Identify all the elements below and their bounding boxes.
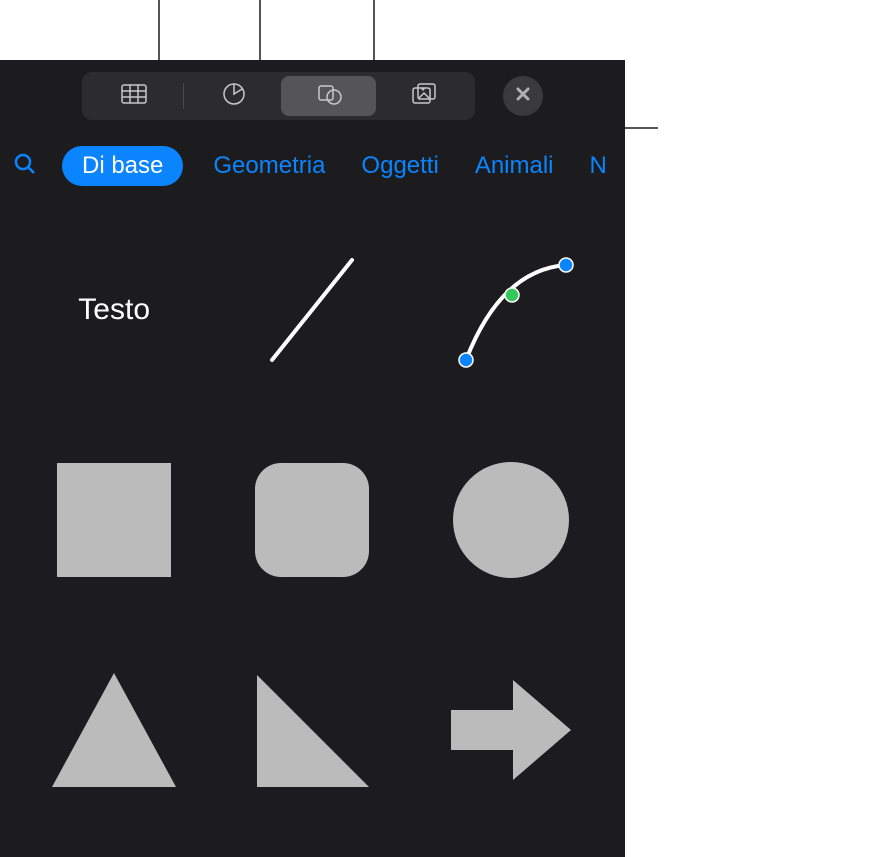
callout-line <box>373 0 375 60</box>
insert-toolbar-group <box>82 72 475 120</box>
toolbar-shapes-button[interactable] <box>281 76 376 116</box>
shapes-grid: Testo <box>0 200 625 840</box>
category-basic[interactable]: Di base <box>62 146 183 186</box>
category-geometry[interactable]: Geometria <box>207 146 331 186</box>
circle-icon <box>446 455 576 585</box>
media-icon <box>409 79 439 114</box>
toolbar-media-button[interactable] <box>376 76 471 116</box>
category-objects[interactable]: Oggetti <box>355 146 444 186</box>
shape-circle[interactable] <box>427 440 595 600</box>
close-button[interactable] <box>503 76 543 116</box>
category-animals[interactable]: Animali <box>469 146 560 186</box>
toolbar-table-button[interactable] <box>86 76 181 116</box>
shape-curve[interactable] <box>427 230 595 390</box>
search-button[interactable] <box>12 151 38 182</box>
insert-toolbar <box>0 60 625 132</box>
callout-line <box>158 0 160 60</box>
toolbar-divider <box>183 83 184 109</box>
text-tool-label: Testo <box>78 293 150 327</box>
search-icon <box>12 164 38 181</box>
table-icon <box>119 79 149 114</box>
rounded-square-icon <box>247 455 377 585</box>
toolbar-chart-button[interactable] <box>186 76 281 116</box>
curve-icon <box>441 240 581 380</box>
close-icon <box>515 86 531 107</box>
shape-rounded-square[interactable] <box>228 440 396 600</box>
shape-square[interactable] <box>30 440 198 600</box>
shape-triangle[interactable] <box>30 650 198 810</box>
square-icon <box>49 455 179 585</box>
callout-line <box>259 0 261 60</box>
insert-panel: Di base Geometria Oggetti Animali N Test… <box>0 60 625 857</box>
arrow-right-icon <box>441 665 581 795</box>
chart-icon <box>219 79 249 114</box>
right-triangle-icon <box>247 665 377 795</box>
shape-arrow-right[interactable] <box>427 650 595 810</box>
shape-right-triangle[interactable] <box>228 650 396 810</box>
line-icon <box>242 240 382 380</box>
category-next-partial[interactable]: N <box>584 146 613 186</box>
category-row: Di base Geometria Oggetti Animali N <box>0 132 625 200</box>
shapes-icon <box>314 79 344 114</box>
shape-text-tool[interactable]: Testo <box>30 230 198 390</box>
shape-line[interactable] <box>228 230 396 390</box>
triangle-icon <box>44 665 184 795</box>
